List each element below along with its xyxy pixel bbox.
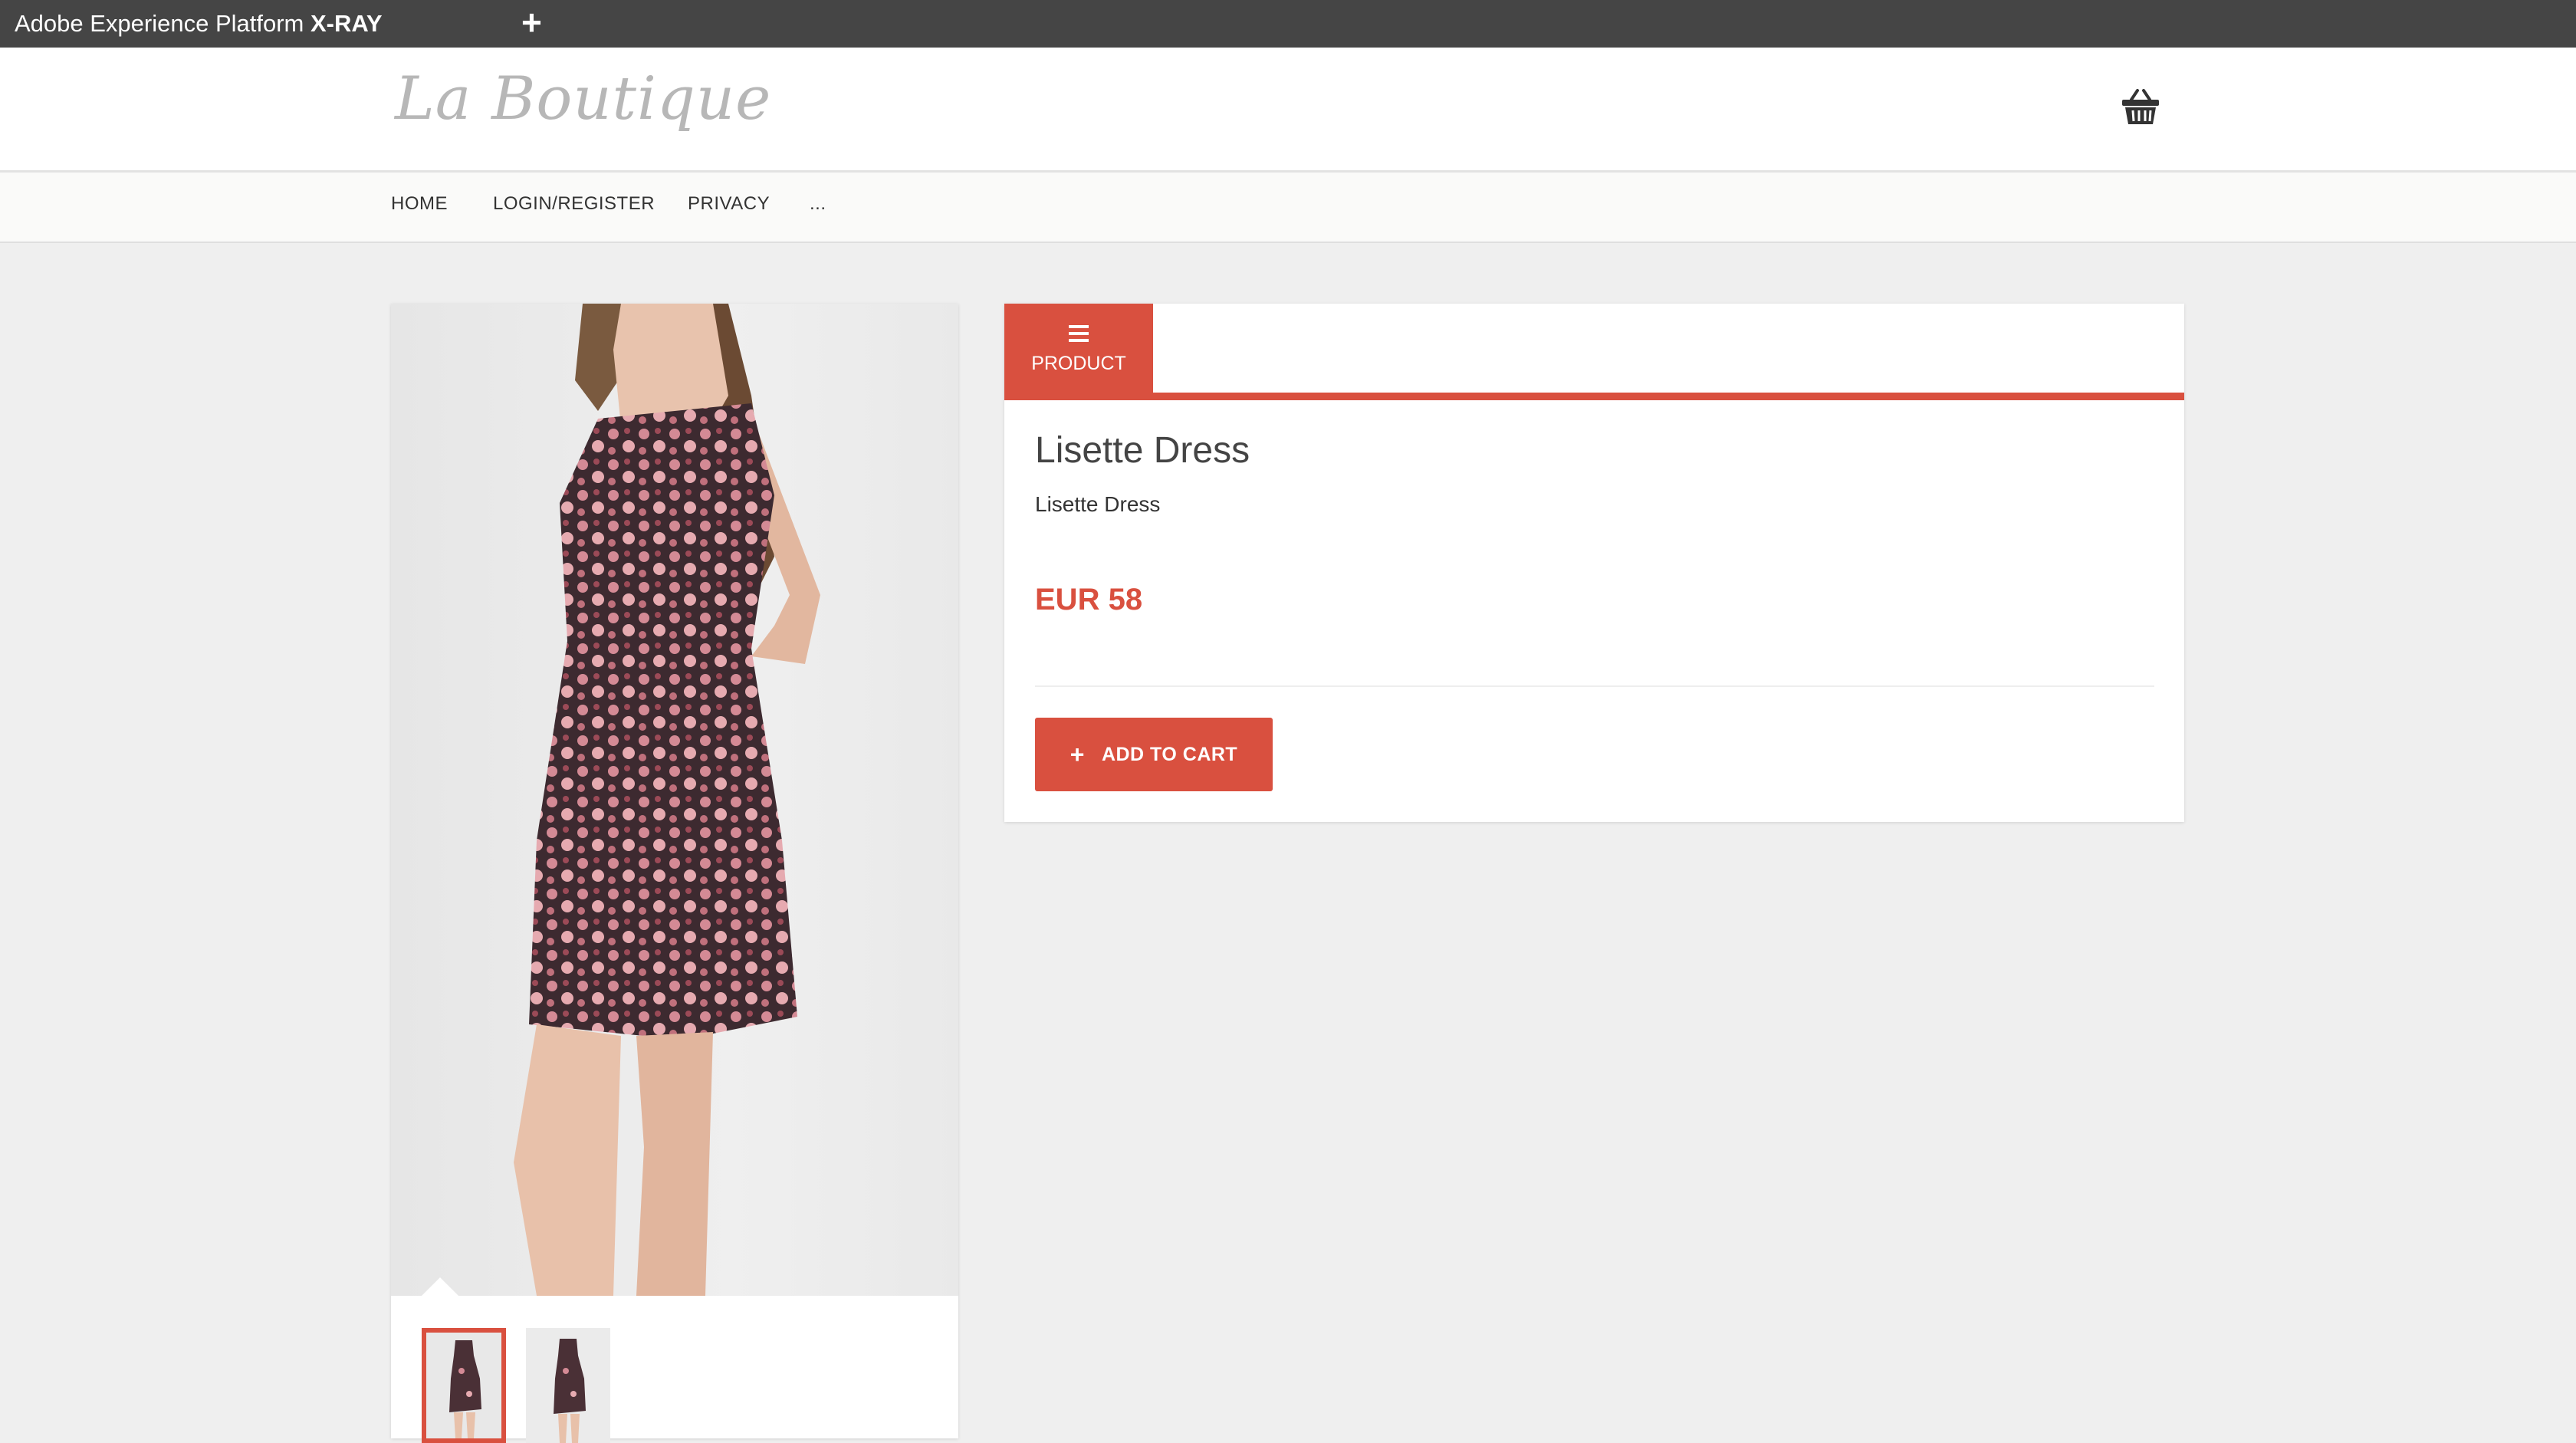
site-header: La Boutique <box>0 48 2576 173</box>
nav-item-privacy[interactable]: PRIVACY <box>688 193 770 215</box>
tab-product[interactable]: PRODUCT <box>1004 304 1153 394</box>
thumbnail-image <box>426 1333 501 1438</box>
site-logo[interactable]: La Boutique <box>395 64 771 133</box>
hamburger-menu-icon <box>1069 325 1089 342</box>
product-price: EUR 58 <box>1035 583 1143 616</box>
product-details-panel: PRODUCT Lisette Dress Lisette Dress EUR … <box>1004 304 2184 822</box>
nav-item-home[interactable]: HOME <box>391 193 448 215</box>
add-to-cart-label: ADD TO CART <box>1101 743 1238 765</box>
xray-toolbar: Adobe Experience Platform X-RAY + <box>0 0 2576 48</box>
xray-title: Adobe Experience Platform X-RAY <box>15 8 383 39</box>
add-to-cart-button[interactable]: + ADD TO CART <box>1035 718 1273 791</box>
product-description: Lisette Dress <box>1035 492 1161 516</box>
product-title: Lisette Dress <box>1035 430 1250 471</box>
tab-product-label: PRODUCT <box>1031 353 1126 374</box>
dress-model-photo <box>514 304 820 1296</box>
nav-item-login-register[interactable]: LOGIN/REGISTER <box>493 193 655 215</box>
plus-icon: + <box>1070 741 1085 768</box>
shopping-basket-icon[interactable] <box>2119 86 2162 129</box>
divider <box>1035 685 2154 687</box>
product-thumbnail-2[interactable] <box>526 1328 610 1443</box>
xray-title-bold: X-RAY <box>310 10 383 37</box>
nav-item-more[interactable]: ... <box>810 193 826 215</box>
image-pointer <box>422 1277 458 1296</box>
tab-underline <box>1004 393 2184 400</box>
xray-title-prefix: Adobe Experience Platform <box>15 10 304 37</box>
product-main-image[interactable] <box>391 304 958 1296</box>
product-image-card <box>391 304 958 1443</box>
add-icon[interactable]: + <box>521 5 542 40</box>
main-nav: HOME LOGIN/REGISTER PRIVACY ... <box>0 173 2576 243</box>
thumbnail-image <box>526 1328 610 1443</box>
product-thumbnail-1[interactable] <box>422 1328 506 1443</box>
